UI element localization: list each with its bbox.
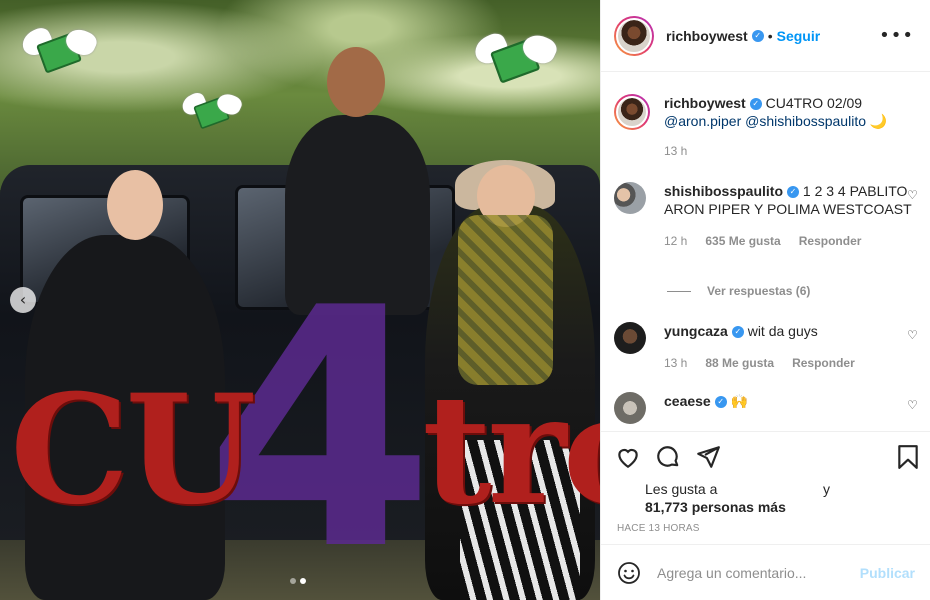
caption-username[interactable]: richboywest [664, 95, 746, 111]
comment-item: ceaese ✓ 🙌 ♡ [614, 392, 919, 424]
comment-likes[interactable]: 88 Me gusta [705, 354, 774, 372]
heart-icon[interactable] [615, 444, 641, 470]
scarf [458, 215, 553, 385]
smiley-icon[interactable] [617, 561, 641, 585]
flying-money-sticker [179, 90, 245, 131]
carousel-dot-active [300, 578, 306, 584]
comment-username[interactable]: shishibosspaulito [664, 183, 783, 199]
post-time[interactable]: HACE 13 HORAS [617, 523, 700, 534]
comment-like-heart-icon[interactable]: ♡ [907, 188, 919, 202]
caption-time: 13 h [664, 144, 688, 158]
comment-likes[interactable]: 635 Me gusta [705, 232, 780, 250]
comment-username[interactable]: yungcaza [664, 323, 728, 339]
comment-icon[interactable] [655, 444, 681, 470]
avatar[interactable] [614, 322, 646, 354]
divider [667, 290, 691, 292]
reply-button[interactable]: Responder [799, 232, 862, 250]
view-replies-label: Ver respuestas (6) [707, 284, 811, 298]
bookmark-icon[interactable] [895, 444, 921, 470]
likes-and: y [823, 481, 830, 497]
comment-like-heart-icon[interactable]: ♡ [907, 328, 919, 342]
caption-text: CU4TRO 02/09 [765, 95, 863, 111]
avatar[interactable] [614, 94, 650, 130]
caption: richboywest ✓ CU4TRO 02/09 @aron.piper @s… [614, 94, 919, 160]
carousel-dots [290, 578, 306, 584]
separator-dot: • [767, 27, 773, 44]
post-actions: Les gusta a y 81,773 personas más HACE 13… [601, 431, 930, 544]
flying-money-sticker [18, 24, 100, 75]
more-options-icon[interactable]: ••• [879, 25, 914, 46]
graffiti-left: CU [10, 362, 256, 538]
comments-list[interactable]: richboywest ✓ CU4TRO 02/09 @aron.piper @s… [601, 72, 930, 430]
comment-username[interactable]: ceaese [664, 393, 711, 409]
flying-money-sticker [470, 30, 560, 86]
moon-emoji: 🌙 [869, 113, 888, 129]
share-icon[interactable] [695, 444, 721, 470]
verified-badge-icon: ✓ [751, 29, 764, 42]
comment-item: shishibosspaulito ✓ 1 2 3 4 PABLITO ARON … [614, 182, 919, 250]
verified-badge-icon: ✓ [787, 186, 800, 199]
add-comment-bar: Agrega un comentario... Publicar [601, 544, 930, 600]
avatar[interactable] [614, 182, 646, 214]
mention-link[interactable]: @shishibosspaulito [745, 113, 866, 129]
avatar[interactable] [614, 392, 646, 424]
comment-time[interactable]: 12 h [664, 232, 687, 250]
reply-button[interactable]: Responder [792, 354, 855, 372]
graffiti-right: tro [422, 362, 600, 538]
action-icons [615, 444, 921, 472]
post-photo[interactable]: 4 CUtro ‹ [0, 0, 600, 600]
mention-link[interactable]: @aron.piper [664, 113, 741, 129]
comment-time[interactable]: 13 h [664, 354, 687, 372]
avatar[interactable] [614, 15, 654, 56]
comment-text: 🙌 [730, 393, 749, 409]
person-head [327, 47, 385, 117]
follow-button[interactable]: Seguir [777, 28, 821, 44]
carousel-dot [290, 578, 296, 584]
view-replies-button[interactable]: Ver respuestas (6) [667, 284, 810, 298]
comment-like-heart-icon[interactable]: ♡ [907, 398, 919, 412]
person-head [107, 170, 163, 240]
verified-badge-icon: ✓ [731, 326, 744, 339]
graffiti-title: CU tro [10, 365, 600, 535]
carousel-prev-button[interactable]: ‹ [10, 287, 36, 313]
comment-text: wit da guys [747, 323, 818, 339]
verified-badge-icon: ✓ [714, 396, 727, 409]
post-sidebar: richboywest ✓ • Seguir ••• richboywest ✓ … [600, 0, 930, 600]
comment-input[interactable]: Agrega un comentario... [657, 565, 860, 581]
comment-item: yungcaza ✓ wit da guys 13 h 88 Me gusta R… [614, 322, 919, 372]
post-header: richboywest ✓ • Seguir ••• [601, 0, 930, 72]
header-username[interactable]: richboywest [666, 28, 748, 44]
verified-badge-icon: ✓ [749, 98, 762, 111]
publish-button[interactable]: Publicar [860, 565, 915, 581]
likes-summary[interactable]: Les gusta a y 81,773 personas más [645, 480, 830, 516]
likes-suffix[interactable]: personas más [692, 499, 786, 515]
likes-prefix: Les gusta a [645, 481, 718, 497]
likes-count[interactable]: 81,773 [645, 499, 688, 515]
